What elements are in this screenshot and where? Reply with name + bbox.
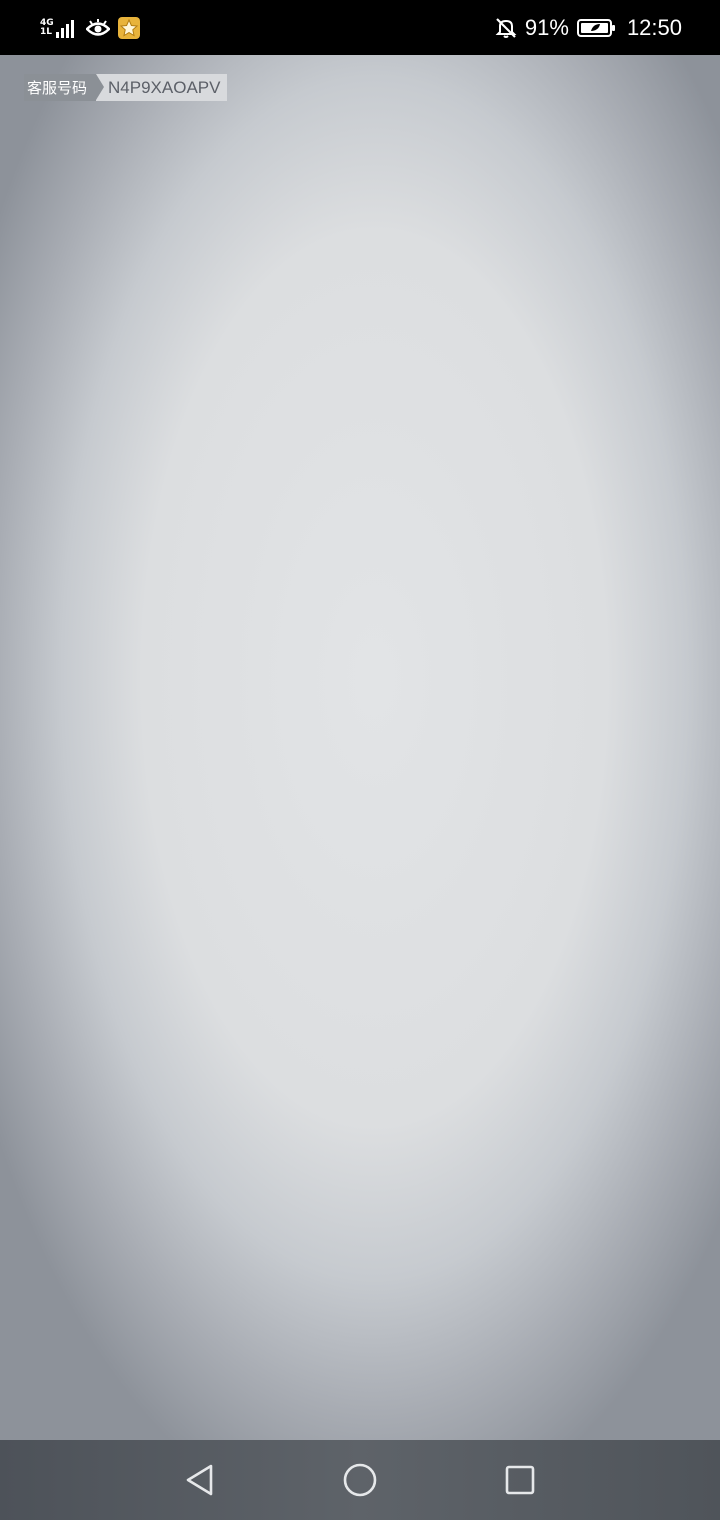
home-icon [343, 1463, 377, 1497]
service-number-code: N4P9XAOAPV [96, 74, 228, 101]
network-type-icon: 4G 1L [40, 18, 54, 37]
status-left: 4G 1L [40, 16, 148, 39]
network-sub-label: 1L [40, 26, 52, 37]
home-button[interactable] [330, 1450, 390, 1510]
recents-button[interactable] [490, 1450, 550, 1510]
screen: 4G 1L 91% 12:50 客服号码 N4P9XAOAPV [0, 0, 720, 1520]
back-icon [186, 1464, 213, 1496]
battery-percent: 91% [524, 14, 569, 40]
app-badge-icon [117, 16, 140, 39]
signal-icon [55, 19, 74, 38]
recents-icon [505, 1465, 535, 1495]
service-number-label: 客服号码 [24, 74, 105, 101]
status-right: 91% 12:50 [487, 15, 682, 41]
content-area: 客服号码 N4P9XAOAPV [0, 55, 720, 1440]
navigation-bar [0, 1440, 720, 1520]
clock: 12:50 [626, 14, 682, 40]
service-number-tag: 客服号码 N4P9XAOAPV [24, 74, 228, 101]
status-bar: 4G 1L 91% 12:50 [0, 0, 720, 55]
mute-icon [495, 17, 517, 38]
battery-icon [576, 18, 615, 37]
eye-icon [85, 18, 110, 36]
back-button[interactable] [170, 1450, 230, 1510]
